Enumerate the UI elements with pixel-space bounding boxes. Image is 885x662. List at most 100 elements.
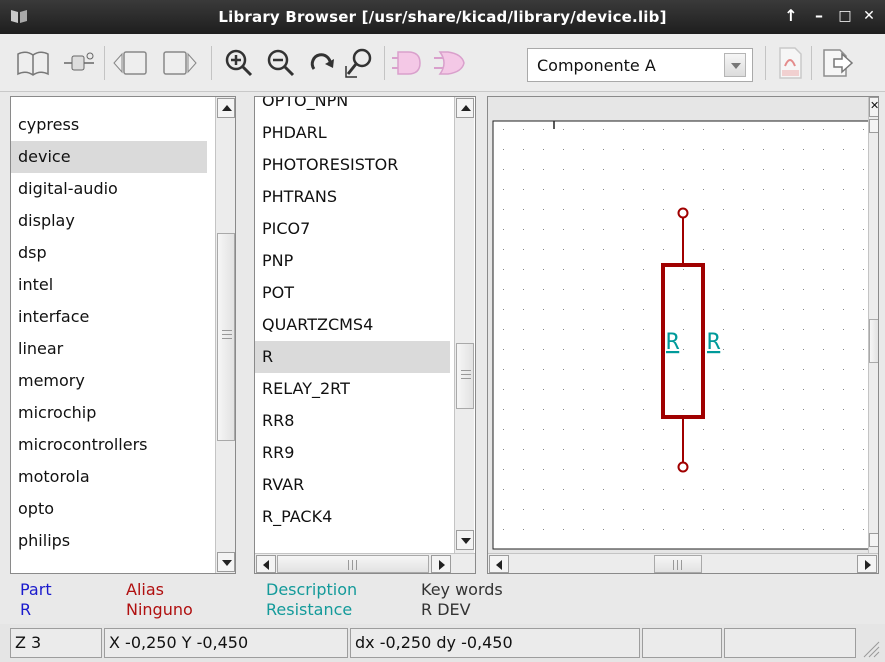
component-icon <box>64 52 94 71</box>
scroll-thumb[interactable] <box>217 233 235 441</box>
arrow-right-icon <box>439 560 445 570</box>
scroll-up-button[interactable] <box>869 119 878 133</box>
library-item-device[interactable]: device <box>11 141 207 173</box>
zoom-in-button[interactable] <box>220 44 258 82</box>
pdf-icon <box>779 47 802 79</box>
scroll-left-button[interactable] <box>256 555 276 573</box>
reference-label: R <box>666 330 680 355</box>
component-item[interactable]: QUARTZCMS4 <box>255 309 450 341</box>
alias-value: Ninguno <box>126 600 193 619</box>
library-item-linear[interactable]: linear <box>11 333 207 365</box>
scroll-thumb[interactable] <box>277 555 429 573</box>
part-value: R <box>20 600 32 619</box>
component-item[interactable]: R <box>255 341 450 373</box>
arrow-left-icon <box>496 560 502 570</box>
gate-alternate-icon <box>434 51 465 75</box>
component-item[interactable]: PHDARL <box>255 117 450 149</box>
zoom-out-button[interactable] <box>262 44 300 82</box>
preview-panel: R R ✕ <box>487 96 879 574</box>
previous-part-button[interactable] <box>112 44 150 82</box>
unit-select-value: Componente A <box>537 56 656 75</box>
arrow-down-icon <box>461 538 471 544</box>
scroll-up-button[interactable] <box>456 98 474 118</box>
arrow-left-icon <box>263 560 269 570</box>
window-title: Library Browser [/usr/share/kicad/librar… <box>218 8 667 26</box>
scroll-right-button[interactable] <box>857 555 877 573</box>
close-icon: ✕ <box>870 99 879 112</box>
library-item-philips[interactable]: philips <box>11 525 207 557</box>
show-deMorgan-normal-button[interactable] <box>390 44 428 82</box>
scroll-down-button[interactable] <box>217 552 235 572</box>
next-part-button[interactable] <box>160 44 198 82</box>
scroll-left-button[interactable] <box>489 555 509 573</box>
toolbar: Componente A <box>0 34 885 92</box>
library-item-cypress[interactable]: cypress <box>11 109 207 141</box>
part-header: Part <box>20 580 52 599</box>
status-field-empty-2 <box>724 628 856 658</box>
scroll-thumb[interactable] <box>456 343 474 409</box>
scroll-down-button[interactable] <box>869 533 878 547</box>
library-item-dsp[interactable]: dsp <box>11 237 207 269</box>
component-item-clipped[interactable]: OPTO_NPN <box>255 97 450 117</box>
status-field-empty-1 <box>642 628 722 658</box>
keywords-value: R DEV <box>421 600 471 619</box>
export-arrow-icon <box>823 49 854 77</box>
component-item[interactable]: POT <box>255 277 450 309</box>
select-library-button[interactable] <box>14 44 52 82</box>
component-item[interactable]: RVAR <box>255 469 450 501</box>
library-item-interface[interactable]: interface <box>11 301 207 333</box>
component-item[interactable]: RR9 <box>255 437 450 469</box>
scroll-thumb[interactable] <box>869 319 878 363</box>
arrow-down-icon <box>222 560 232 566</box>
value-label: R <box>707 330 721 355</box>
component-list-hscroll[interactable] <box>255 553 475 573</box>
component-item[interactable]: RELAY_2RT <box>255 373 450 405</box>
component-list-vscroll[interactable] <box>454 97 474 553</box>
component-item[interactable]: PHTRANS <box>255 181 450 213</box>
close-button[interactable]: ✕ <box>860 6 878 26</box>
library-list-vscroll[interactable] <box>215 97 235 573</box>
gate-normal-icon <box>392 51 421 75</box>
zoom-fit-button[interactable] <box>342 44 380 82</box>
library-item-digital-audio[interactable]: digital-audio <box>11 173 207 205</box>
minimize-button[interactable]: – <box>810 6 828 26</box>
scroll-down-button[interactable] <box>456 530 474 550</box>
refresh-icon <box>310 53 334 70</box>
arrow-up-icon <box>461 105 471 111</box>
scroll-up-button[interactable] <box>217 98 235 118</box>
scroll-right-button[interactable] <box>431 555 451 573</box>
component-item[interactable]: RR8 <box>255 405 450 437</box>
library-item-intel[interactable]: intel <box>11 269 207 301</box>
canvas-vscroll[interactable]: ✕ <box>868 97 879 553</box>
arrow-up-icon <box>222 105 232 111</box>
component-item[interactable]: PICO7 <box>255 213 450 245</box>
library-item-microchip[interactable]: microchip <box>11 397 207 429</box>
view-pdf-doc-button[interactable] <box>771 44 809 82</box>
close-pane-button[interactable]: ✕ <box>869 97 879 117</box>
splitter-left[interactable] <box>236 96 244 574</box>
resize-grip-icon[interactable] <box>860 638 880 658</box>
chevron-down-icon[interactable] <box>724 53 746 77</box>
canvas-hscroll[interactable] <box>488 553 878 573</box>
component-item[interactable]: R_PACK4 <box>255 501 450 533</box>
keywords-header: Key words <box>421 580 503 599</box>
library-item-microcontrollers[interactable]: microcontrollers <box>11 429 207 461</box>
redraw-button[interactable] <box>304 44 342 82</box>
select-part-button[interactable] <box>60 44 98 82</box>
component-item[interactable]: PNP <box>255 245 450 277</box>
keep-above-button[interactable]: ↑ <box>782 6 800 26</box>
library-item-display[interactable]: display <box>11 205 207 237</box>
scroll-thumb[interactable] <box>654 555 702 573</box>
library-item-memory[interactable]: memory <box>11 365 207 397</box>
library-item-motorola[interactable]: motorola <box>11 461 207 493</box>
library-item-opto[interactable]: opto <box>11 493 207 525</box>
alias-header: Alias <box>126 580 164 599</box>
symbol-preview-canvas[interactable]: R R <box>488 97 878 573</box>
export-to-schematic-button[interactable] <box>818 44 856 82</box>
relative-coordinates: dx -0,250 dy -0,450 <box>350 628 640 658</box>
component-item[interactable]: PHOTORESISTOR <box>255 149 450 181</box>
splitter-right[interactable] <box>476 96 484 574</box>
unit-select[interactable]: Componente A <box>527 48 753 82</box>
show-deMorgan-alternate-button[interactable] <box>432 44 470 82</box>
maximize-button[interactable]: □ <box>836 6 854 26</box>
